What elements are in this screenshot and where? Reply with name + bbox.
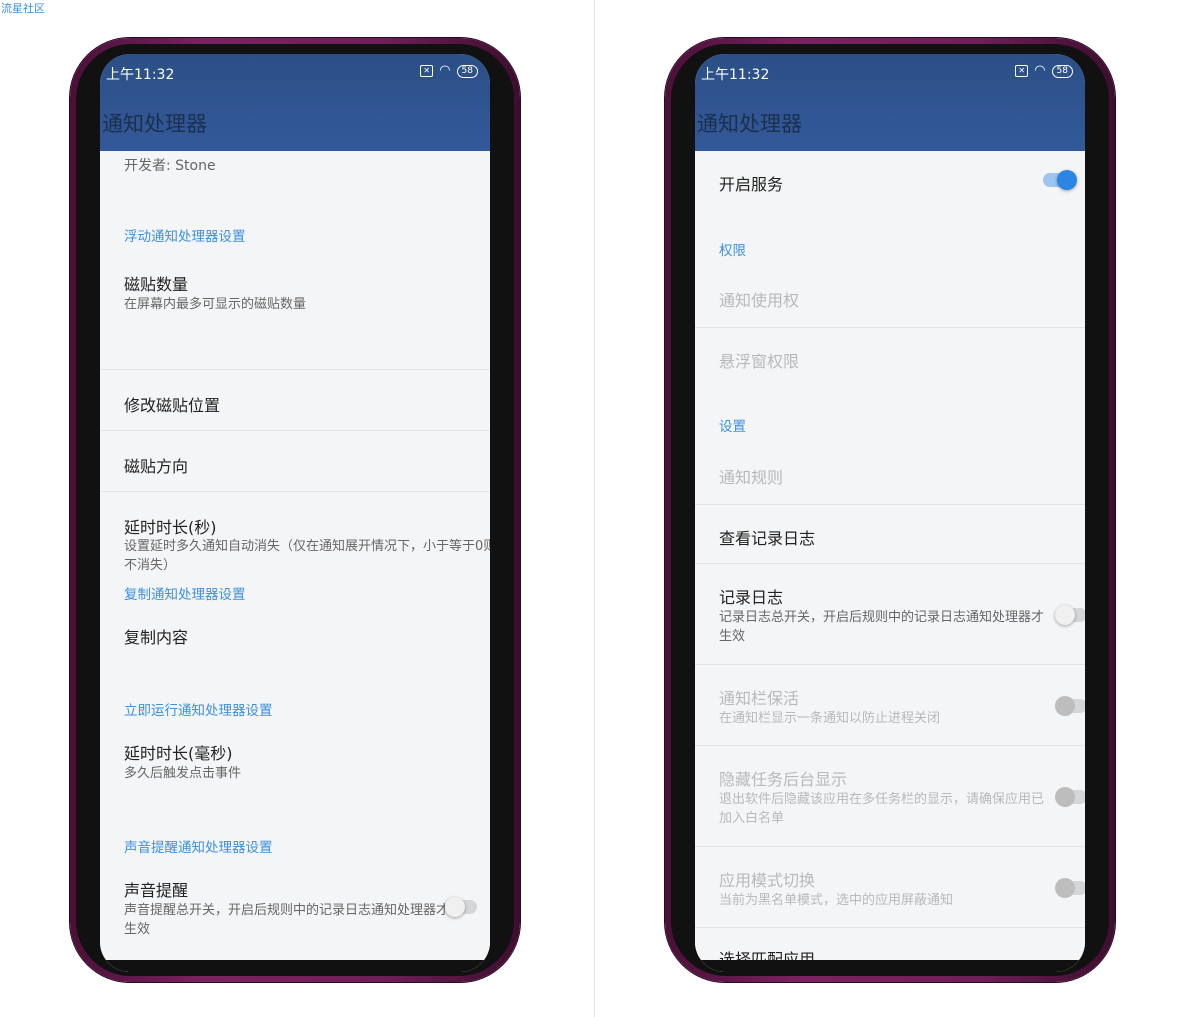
notification-rules-title: 通知规则 — [719, 468, 784, 487]
delay-seconds-sub: 设置延时多久通知自动消失（仅在通知展开情况下，小于等于0则不消失） — [124, 539, 490, 573]
battery-icon: 58 — [1051, 64, 1073, 78]
phone-right: 上午11:32 ✕ ◠ 58 通知处理器 开启服务 权限 通知使用权 悬浮窗权限… — [665, 38, 1115, 982]
tile-position-item[interactable]: 修改磁贴位置 — [100, 370, 490, 430]
wifi-icon: ◠ — [1034, 63, 1046, 78]
delay-seconds-item[interactable]: 延时时长(秒) 设置延时多久通知自动消失（仅在通知展开情况下，小于等于0则不消失… — [100, 492, 490, 582]
status-icons: ✕ ◠ 58 — [420, 64, 478, 78]
overlay-permission-title: 悬浮窗权限 — [719, 352, 800, 371]
enable-service-toggle[interactable] — [1043, 170, 1077, 190]
copy-content-title: 复制内容 — [124, 628, 189, 647]
notification-box-icon: ✕ — [420, 65, 434, 77]
section-floating: 浮动通知处理器设置 — [124, 229, 246, 245]
wifi-icon: ◠ — [439, 63, 451, 78]
status-icons: ✕ ◠ 58 — [1015, 64, 1073, 78]
page-title: 通知处理器 — [697, 112, 802, 136]
sound-alert-item[interactable]: 声音提醒 声音提醒总开关，开启后规则中的记录日志通知处理器才生效 — [100, 874, 490, 954]
app-mode-sub: 当前为黑名单模式，选中的应用屏蔽通知 — [719, 893, 954, 908]
screen-bottom-edge — [100, 960, 490, 972]
notification-access-title: 通知使用权 — [719, 291, 800, 310]
sound-alert-sub: 声音提醒总开关，开启后规则中的记录日志通知处理器才生效 — [124, 903, 450, 937]
section-run: 立即运行通知处理器设置 — [124, 703, 273, 719]
app-mode-item[interactable]: 应用模式切换 当前为黑名单模式，选中的应用屏蔽通知 — [695, 847, 1085, 927]
copy-content-item[interactable]: 复制内容 — [100, 621, 490, 661]
record-log-toggle[interactable] — [1055, 605, 1085, 625]
sound-alert-toggle[interactable] — [445, 897, 477, 917]
settings-list: 开启服务 权限 通知使用权 悬浮窗权限 设置 通知规则 查看记录日志 记录日志 — [695, 151, 1085, 972]
keep-alive-toggle[interactable] — [1055, 696, 1085, 716]
delay-ms-title: 延时时长(毫秒) — [124, 744, 233, 763]
record-log-sub: 记录日志总开关，开启后规则中的记录日志通知处理器才生效 — [719, 610, 1045, 644]
keep-alive-item[interactable]: 通知栏保活 在通知栏显示一条通知以防止进程关闭 — [695, 665, 1085, 745]
tile-count-sub: 在屏幕内最多可显示的磁贴数量 — [124, 297, 307, 312]
enable-service-title: 开启服务 — [719, 175, 784, 194]
screen-left: 上午11:32 ✕ ◠ 58 通知处理器 开发者: Stone 浮动通知处理器设… — [100, 54, 490, 972]
delay-seconds-title: 延时时长(秒) — [124, 518, 217, 537]
tile-direction-title: 磁贴方向 — [124, 457, 189, 476]
app-mode-title: 应用模式切换 — [719, 871, 816, 890]
overlay-permission-item[interactable]: 悬浮窗权限 — [695, 328, 1085, 388]
hide-recents-title: 隐藏任务后台显示 — [719, 770, 848, 789]
screen-right: 上午11:32 ✕ ◠ 58 通知处理器 开启服务 权限 通知使用权 悬浮窗权限… — [695, 54, 1085, 972]
keep-alive-title: 通知栏保活 — [719, 689, 800, 708]
hide-recents-sub: 退出软件后隐藏该应用在多任务栏的显示，请确保应用已加入白名单 — [719, 792, 1045, 826]
screen-bottom-edge — [695, 960, 1085, 972]
delay-ms-sub: 多久后触发点击事件 — [124, 766, 242, 781]
notification-box-icon: ✕ — [1015, 65, 1029, 77]
section-permissions: 权限 — [719, 243, 746, 259]
watermark: 流星社区 — [1, 2, 45, 15]
center-divider — [594, 0, 595, 1017]
view-log-item[interactable]: 查看记录日志 — [695, 505, 1085, 563]
notification-rules-item[interactable]: 通知规则 — [695, 446, 1085, 504]
section-copy: 复制通知处理器设置 — [124, 587, 246, 603]
notification-access-item[interactable]: 通知使用权 — [695, 269, 1085, 329]
app-bar: 上午11:32 ✕ ◠ 58 通知处理器 — [100, 54, 490, 151]
tile-count-item[interactable]: 磁贴数量 在屏幕内最多可显示的磁贴数量 — [100, 269, 490, 349]
view-log-title: 查看记录日志 — [719, 529, 816, 548]
battery-icon: 58 — [456, 64, 478, 78]
settings-list: 开发者: Stone 浮动通知处理器设置 磁贴数量 在屏幕内最多可显示的磁贴数量… — [100, 151, 490, 972]
section-settings: 设置 — [719, 419, 746, 435]
developer-label: 开发者: Stone — [124, 158, 216, 174]
hide-recents-item[interactable]: 隐藏任务后台显示 退出软件后隐藏该应用在多任务栏的显示，请确保应用已加入白名单 — [695, 746, 1085, 846]
keep-alive-sub: 在通知栏显示一条通知以防止进程关闭 — [719, 711, 941, 726]
phone-left: 上午11:32 ✕ ◠ 58 通知处理器 开发者: Stone 浮动通知处理器设… — [70, 38, 520, 982]
record-log-title: 记录日志 — [719, 588, 784, 607]
select-apps-item[interactable]: 选择匹配应用 — [695, 928, 1085, 969]
page-title: 通知处理器 — [102, 112, 207, 136]
sound-alert-title: 声音提醒 — [124, 881, 189, 900]
record-log-item[interactable]: 记录日志 记录日志总开关，开启后规则中的记录日志通知处理器才生效 — [695, 564, 1085, 664]
tile-position-title: 修改磁贴位置 — [124, 396, 221, 415]
status-time: 上午11:32 — [106, 67, 175, 83]
tile-direction-item[interactable]: 磁贴方向 — [100, 431, 490, 491]
app-mode-toggle[interactable] — [1055, 878, 1085, 898]
hide-recents-toggle[interactable] — [1055, 787, 1085, 807]
section-sound: 声音提醒通知处理器设置 — [124, 840, 273, 856]
status-time: 上午11:32 — [701, 67, 770, 83]
tile-count-title: 磁贴数量 — [124, 275, 189, 294]
enable-service-item[interactable]: 开启服务 — [695, 151, 1085, 211]
delay-ms-item[interactable]: 延时时长(毫秒) 多久后触发点击事件 — [100, 737, 490, 797]
app-bar: 上午11:32 ✕ ◠ 58 通知处理器 — [695, 54, 1085, 151]
